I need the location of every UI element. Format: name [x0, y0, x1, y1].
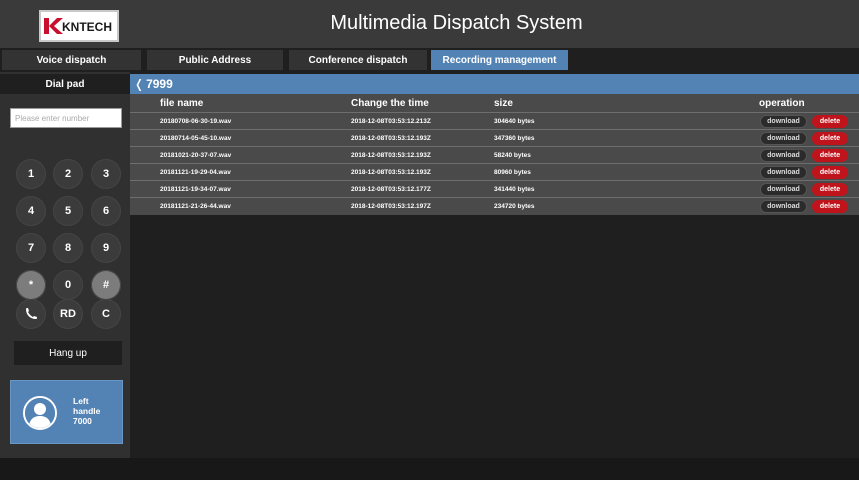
size-cell: 234720 bytes: [494, 202, 535, 210]
left-handle-card[interactable]: Left handle 7000: [10, 380, 123, 444]
download-button[interactable]: download: [760, 183, 807, 196]
key-7[interactable]: 7: [16, 233, 46, 263]
download-button[interactable]: download: [760, 149, 807, 162]
table-row: 20180708-06-30-19.wav 2018-12-08T03:53:1…: [130, 112, 859, 129]
size-cell: 341440 bytes: [494, 185, 535, 193]
file-name-cell: 20181121-19-34-07.wav: [160, 185, 231, 193]
breadcrumb-extension: 7999: [146, 77, 173, 91]
download-button[interactable]: download: [760, 166, 807, 179]
delete-button[interactable]: delete: [812, 115, 848, 128]
clear-button[interactable]: C: [91, 299, 121, 329]
file-name-cell: 20180708-06-30-19.wav: [160, 117, 232, 125]
number-input[interactable]: [10, 108, 122, 128]
delete-button[interactable]: delete: [812, 132, 848, 145]
handle-line-2: handle: [73, 406, 101, 416]
key-3[interactable]: 3: [91, 159, 121, 189]
tab-recording-management[interactable]: Recording management: [431, 50, 568, 70]
time-cell: 2018-12-08T03:53:12.197Z: [351, 202, 431, 210]
time-cell: 2018-12-08T03:53:12.177Z: [351, 185, 431, 193]
delete-button[interactable]: delete: [812, 166, 848, 179]
phone-icon: [26, 308, 37, 319]
key-6[interactable]: 6: [91, 196, 121, 226]
back-chevron-icon[interactable]: ❬: [134, 77, 144, 91]
size-cell: 58240 bytes: [494, 151, 531, 159]
download-button[interactable]: download: [760, 132, 807, 145]
recordings-table: file name Change the time size operation…: [130, 94, 859, 215]
time-cell: 2018-12-08T03:53:12.193Z: [351, 134, 431, 142]
time-cell: 2018-12-08T03:53:12.213Z: [351, 117, 431, 125]
hang-up-button[interactable]: Hang up: [14, 341, 122, 365]
table-row: 20181021-20-37-07.wav 2018-12-08T03:53:1…: [130, 146, 859, 163]
size-cell: 304640 bytes: [494, 117, 535, 125]
column-change-time: Change the time: [351, 97, 429, 109]
tab-conference-dispatch[interactable]: Conference dispatch: [289, 50, 427, 70]
app-header: KNTECH Multimedia Dispatch System: [0, 0, 859, 48]
dial-pad-title: Dial pad: [0, 74, 130, 94]
delete-button[interactable]: delete: [812, 149, 848, 162]
download-button[interactable]: download: [760, 115, 807, 128]
breadcrumb: ❬ 7999: [130, 74, 859, 94]
handle-label: Left handle 7000: [73, 396, 100, 426]
footer-bar: [0, 458, 859, 480]
table-header: file name Change the time size operation: [130, 94, 859, 112]
redial-button[interactable]: RD: [53, 299, 83, 329]
delete-button[interactable]: delete: [812, 183, 848, 196]
size-cell: 347360 bytes: [494, 134, 535, 142]
key-2[interactable]: 2: [53, 159, 83, 189]
delete-button[interactable]: delete: [812, 200, 848, 213]
time-cell: 2018-12-08T03:53:12.193Z: [351, 168, 431, 176]
file-name-cell: 20181121-19-29-04.wav: [160, 168, 231, 176]
tab-voice-dispatch[interactable]: Voice dispatch: [2, 50, 141, 70]
key-4[interactable]: 4: [16, 196, 46, 226]
key-star[interactable]: *: [16, 270, 46, 300]
file-name-cell: 20181121-21-26-44.wav: [160, 202, 231, 210]
table-row: 20181121-19-34-07.wav 2018-12-08T03:53:1…: [130, 180, 859, 197]
key-1[interactable]: 1: [16, 159, 46, 189]
handle-extension: 7000: [73, 416, 92, 426]
size-cell: 80960 bytes: [494, 168, 531, 176]
key-5[interactable]: 5: [53, 196, 83, 226]
column-operation: operation: [759, 97, 805, 109]
table-row: 20181121-21-26-44.wav 2018-12-08T03:53:1…: [130, 197, 859, 214]
dial-pad-panel: Dial pad 1 2 3 4 5 6 7 8 9 * 0 # RD C Ha…: [0, 72, 130, 458]
table-row: 20180714-05-45-10.wav 2018-12-08T03:53:1…: [130, 129, 859, 146]
app-title: Multimedia Dispatch System: [0, 12, 859, 35]
download-button[interactable]: download: [760, 200, 807, 213]
key-hash[interactable]: #: [91, 270, 121, 300]
file-name-cell: 20180714-05-45-10.wav: [160, 134, 232, 142]
column-file-name: file name: [160, 97, 204, 109]
time-cell: 2018-12-08T03:53:12.193Z: [351, 151, 431, 159]
recording-panel: ❬ 7999 file name Change the time size op…: [130, 72, 859, 458]
key-0[interactable]: 0: [53, 270, 83, 300]
call-button[interactable]: [16, 299, 46, 329]
table-row: 20181121-19-29-04.wav 2018-12-08T03:53:1…: [130, 163, 859, 180]
column-size: size: [494, 97, 513, 109]
app-title-text: Multimedia Dispatch System: [330, 12, 583, 34]
tab-public-address[interactable]: Public Address: [147, 50, 283, 70]
key-8[interactable]: 8: [53, 233, 83, 263]
file-name-cell: 20181021-20-37-07.wav: [160, 151, 232, 159]
tab-bar: Voice dispatch Public Address Conference…: [0, 48, 859, 72]
key-9[interactable]: 9: [91, 233, 121, 263]
handle-line-1: Left: [73, 396, 89, 406]
operator-avatar-icon: [23, 396, 57, 430]
